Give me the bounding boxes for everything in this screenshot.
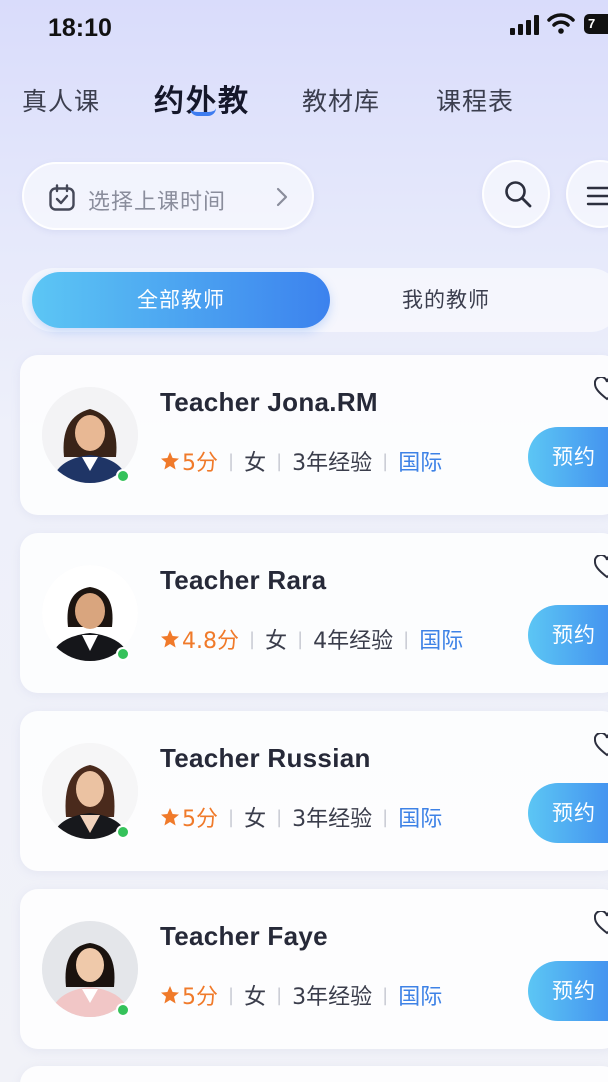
status-time: 18:10 <box>48 14 112 42</box>
teacher-segment-control: 全部教师 我的教师 <box>22 268 608 332</box>
teacher-name: Teacher Faye <box>160 921 328 951</box>
favorite-heart-icon[interactable] <box>594 911 608 935</box>
teacher-card-partial[interactable] <box>20 1066 608 1082</box>
star-icon <box>161 986 179 1004</box>
divider: | <box>276 984 283 1006</box>
teacher-gender: 女 <box>265 629 288 654</box>
favorite-heart-icon[interactable] <box>594 555 608 579</box>
divider: | <box>249 628 256 650</box>
filter-button[interactable] <box>566 160 608 228</box>
teacher-card[interactable]: Teacher Jona.RM 5分 | 女 | 3年经验 | 国际 预约 <box>20 355 608 515</box>
teacher-experience: 4年经验 <box>313 629 394 654</box>
divider: | <box>276 450 283 472</box>
teacher-rating: 5分 <box>182 451 218 476</box>
online-status-dot <box>116 1003 130 1017</box>
teacher-region: 国际 <box>419 629 464 654</box>
segment-my-teachers[interactable]: 我的教师 <box>402 272 562 328</box>
star-icon <box>161 452 179 470</box>
favorite-heart-icon[interactable] <box>594 377 608 401</box>
teacher-meta: 5分 | 女 | 3年经验 | 国际 <box>160 445 442 477</box>
teacher-experience: 3年经验 <box>292 985 373 1010</box>
teacher-region: 国际 <box>398 985 443 1010</box>
favorite-heart-icon[interactable] <box>594 733 608 757</box>
teacher-meta: 5分 | 女 | 3年经验 | 国际 <box>160 979 442 1011</box>
filter-icon <box>586 186 608 206</box>
active-tab-indicator <box>190 108 216 116</box>
book-button[interactable]: 预约 <box>528 605 608 665</box>
teacher-gender: 女 <box>244 985 267 1010</box>
chevron-right-icon <box>276 187 288 207</box>
search-button[interactable] <box>482 160 550 228</box>
divider: | <box>382 806 389 828</box>
teacher-region: 国际 <box>398 451 443 476</box>
star-icon <box>161 630 179 648</box>
tab-schedule[interactable]: 课程表 <box>436 82 514 118</box>
divider: | <box>382 984 389 1006</box>
wifi-icon <box>547 13 575 34</box>
online-status-dot <box>116 647 130 661</box>
status-bar: 18:10 7 <box>0 0 608 56</box>
teacher-name: Teacher Russian <box>160 743 371 773</box>
search-icon <box>505 181 532 208</box>
star-icon <box>161 808 179 826</box>
teacher-rating: 5分 <box>182 985 218 1010</box>
teacher-region: 国际 <box>398 807 443 832</box>
teacher-rating: 4.8分 <box>182 629 239 654</box>
divider: | <box>228 450 235 472</box>
segment-all-teachers[interactable]: 全部教师 <box>32 272 330 328</box>
divider: | <box>297 628 304 650</box>
teacher-card[interactable]: Teacher Russian 5分 | 女 | 3年经验 | 国际 预约 <box>20 711 608 871</box>
teacher-gender: 女 <box>244 807 267 832</box>
teacher-gender: 女 <box>244 451 267 476</box>
book-button[interactable]: 预约 <box>528 427 608 487</box>
top-tab-bar: 真人课 约外教 教材库 课程表 <box>0 70 608 130</box>
divider: | <box>382 450 389 472</box>
book-button[interactable]: 预约 <box>528 961 608 1021</box>
teacher-name: Teacher Jona.RM <box>160 387 378 417</box>
teacher-meta: 4.8分 | 女 | 4年经验 | 国际 <box>160 623 463 655</box>
divider: | <box>276 806 283 828</box>
tab-textbook-library[interactable]: 教材库 <box>302 82 380 118</box>
book-button[interactable]: 预约 <box>528 783 608 843</box>
divider: | <box>403 628 410 650</box>
teacher-experience: 3年经验 <box>292 451 373 476</box>
teacher-name: Teacher Rara <box>160 565 327 595</box>
tab-live-class[interactable]: 真人课 <box>22 82 100 118</box>
class-time-picker[interactable]: 选择上课时间 <box>22 162 314 230</box>
divider: | <box>228 806 235 828</box>
teacher-experience: 3年经验 <box>292 807 373 832</box>
divider: | <box>228 984 235 1006</box>
teacher-meta: 5分 | 女 | 3年经验 | 国际 <box>160 801 442 833</box>
calendar-icon <box>49 184 75 211</box>
teacher-card[interactable]: Teacher Rara 4.8分 | 女 | 4年经验 | 国际 预约 <box>20 533 608 693</box>
teacher-card[interactable]: Teacher Faye 5分 | 女 | 3年经验 | 国际 预约 <box>20 889 608 1049</box>
teacher-rating: 5分 <box>182 807 218 832</box>
online-status-dot <box>116 825 130 839</box>
cellular-signal-icon <box>510 15 539 35</box>
battery-icon: 7 <box>584 14 608 34</box>
time-picker-label: 选择上课时间 <box>88 190 227 215</box>
online-status-dot <box>116 469 130 483</box>
